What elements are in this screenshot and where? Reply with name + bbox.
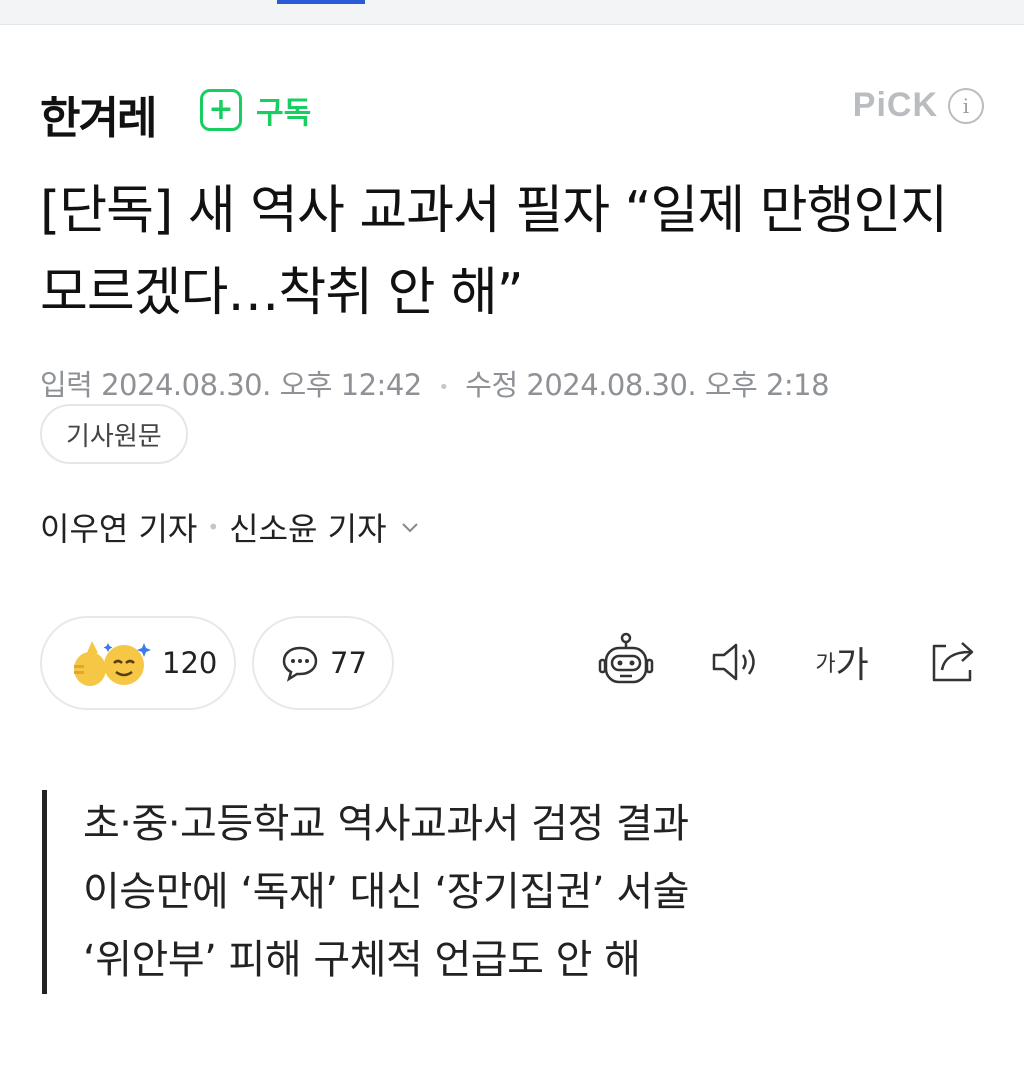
pick-label: PiCK — [852, 86, 938, 124]
plus-icon: + — [200, 89, 242, 131]
reporter-list[interactable]: 이우연 기자 • 신소윤 기자 — [40, 504, 421, 550]
share-icon — [932, 642, 974, 682]
pick-badge: PiCK i — [853, 86, 984, 125]
reporter-separator: • — [207, 515, 220, 539]
modified-date: 2024.08.30. 오후 2:18 — [526, 368, 830, 402]
summary-line: 초·중·고등학교 역사교과서 검정 결과 — [83, 801, 689, 847]
top-tab-bar — [0, 0, 1024, 25]
summary-line: 이승만에 ‘독재’ 대신 ‘장기집권’ 서술 — [83, 869, 689, 915]
comment-button[interactable]: 77 — [252, 616, 394, 710]
original-article-button[interactable]: 기사원문 — [40, 404, 188, 464]
speaker-icon — [712, 643, 755, 681]
date-separator: • — [438, 376, 449, 398]
robot-icon — [598, 632, 654, 684]
text-to-speech-button[interactable] — [704, 630, 768, 694]
reaction-button[interactable]: 120 — [40, 616, 236, 710]
reaction-emoji-icon — [74, 641, 151, 686]
reaction-count: 120 — [162, 646, 218, 680]
article-summary: 초·중·고등학교 역사교과서 검정 결과 이승만에 ‘독재’ 대신 ‘장기집권’… — [42, 790, 983, 994]
font-size-button[interactable]: 가가 — [810, 630, 874, 694]
active-tab-indicator — [277, 0, 365, 4]
reporter-name: 이우연 기자 — [40, 510, 198, 548]
input-label: 입력 — [40, 368, 93, 402]
comment-icon — [282, 646, 318, 682]
comment-count: 77 — [330, 646, 367, 680]
summary-bot-button[interactable] — [594, 630, 658, 694]
subscribe-button[interactable]: + 구독 — [200, 86, 311, 134]
modified-label: 수정 — [465, 368, 518, 402]
summary-line: ‘위안부’ 피해 구체적 언급도 안 해 — [83, 937, 641, 983]
input-date: 2024.08.30. 오후 12:42 — [101, 368, 422, 402]
info-icon[interactable]: i — [948, 87, 984, 124]
reporter-name: 신소윤 기자 — [229, 510, 387, 548]
article-headline: [단독] 새 역사 교과서 필자 “일제 만행인지 모르겠다…착취 안 해” — [40, 181, 948, 323]
font-size-small-label: 가 — [815, 652, 836, 677]
press-logo[interactable]: 한겨레 — [40, 82, 157, 146]
share-button[interactable] — [922, 630, 986, 694]
chevron-down-icon — [401, 523, 418, 533]
font-size-large-label: 가 — [835, 645, 869, 686]
subscribe-label: 구독 — [256, 96, 312, 131]
article-dates: 입력 2024.08.30. 오후 12:42 • 수정 2024.08.30.… — [40, 362, 830, 404]
